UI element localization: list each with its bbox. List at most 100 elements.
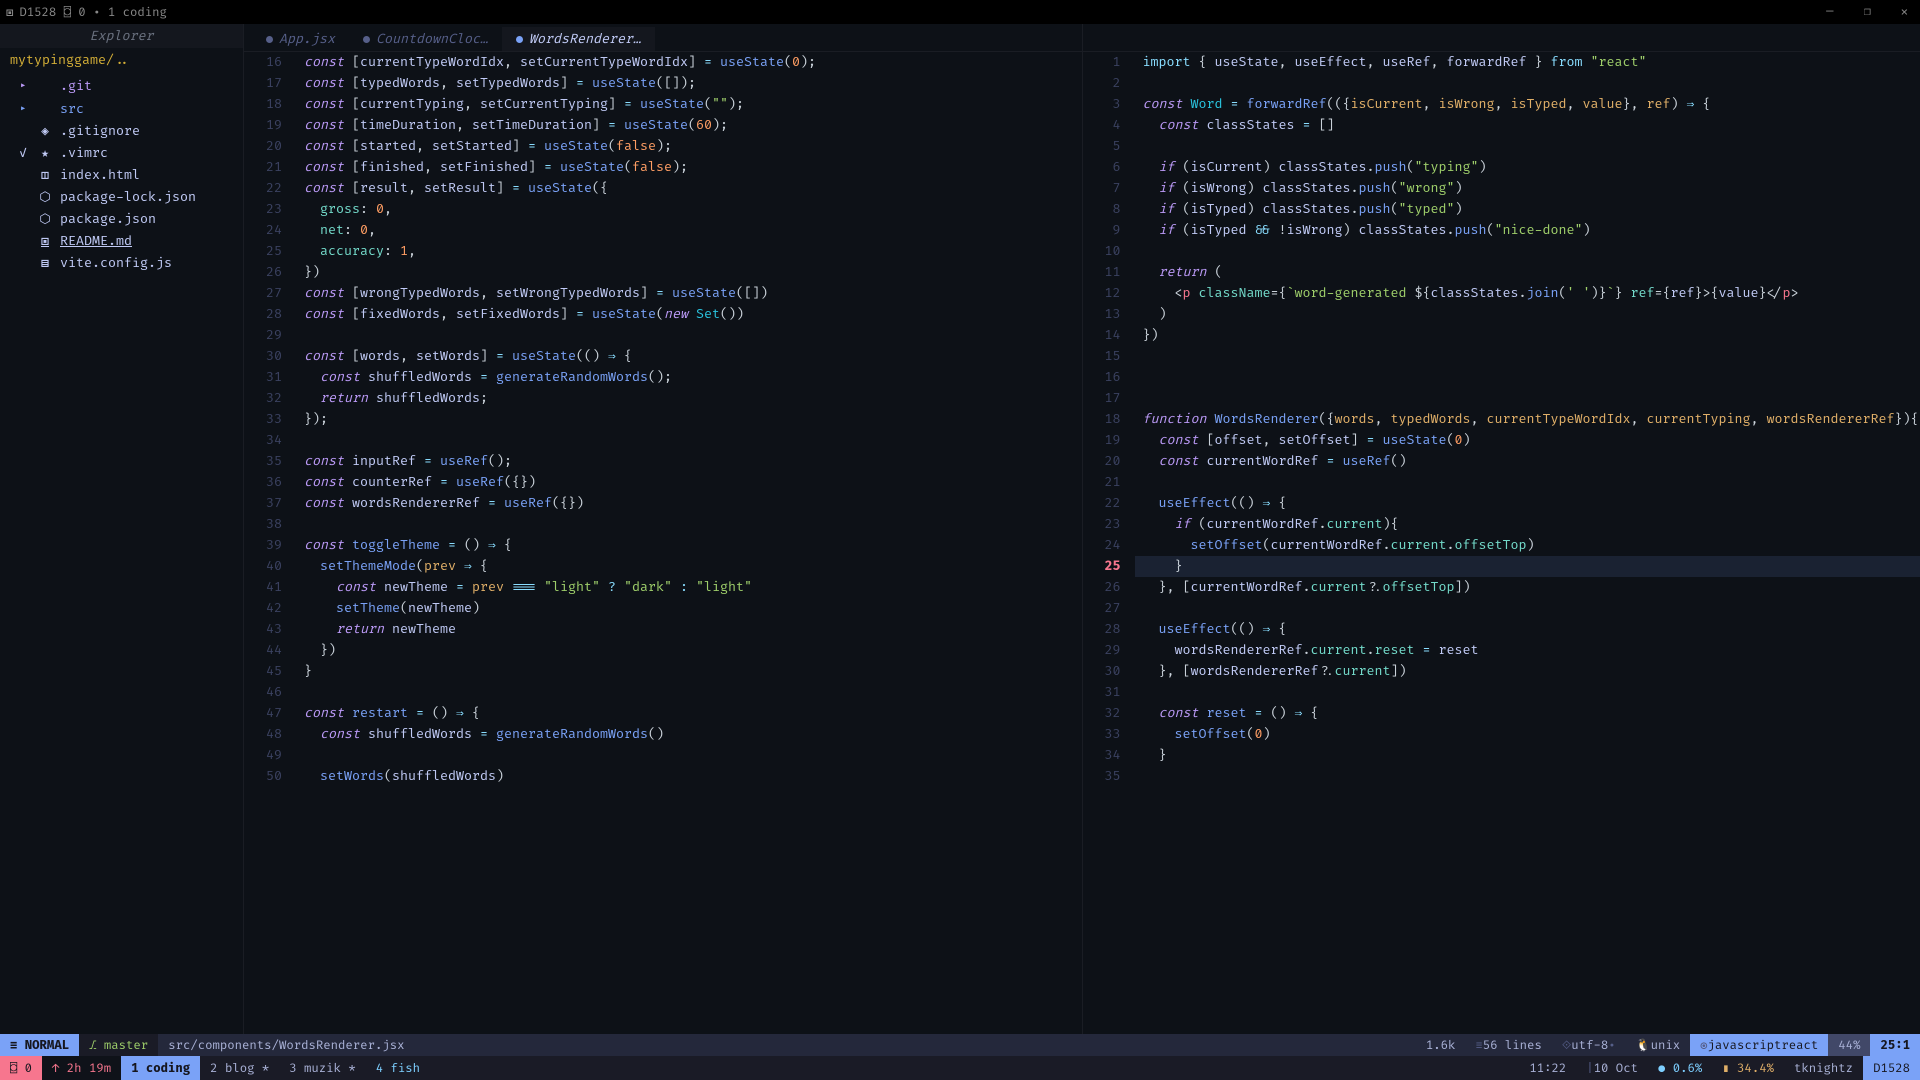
tab-Appjsx[interactable]: App.jsx	[252, 27, 349, 51]
code-line[interactable]: const restart = () ⇒ {	[296, 703, 1082, 724]
code-line[interactable]	[296, 745, 1082, 766]
code-line[interactable]: setThemeMode(prev ⇒ {	[296, 556, 1082, 577]
code-line[interactable]: }	[1135, 745, 1920, 766]
tmux-window[interactable]: 3 muzik *	[279, 1056, 365, 1080]
tree-item-indexhtml[interactable]: ◫index.html	[0, 164, 243, 186]
code-line[interactable]	[1135, 388, 1920, 409]
code-line[interactable]: })	[296, 640, 1082, 661]
tree-item-gitignore[interactable]: ◈.gitignore	[0, 120, 243, 142]
code-line[interactable]: setWords(shuffledWords)	[296, 766, 1082, 787]
code-line[interactable]: const [wrongTypedWords, setWrongTypedWor…	[296, 283, 1082, 304]
code-line[interactable]: const [result, setResult] = useState({	[296, 178, 1082, 199]
code-line[interactable]	[296, 325, 1082, 346]
code-line[interactable]: }, [wordsRendererRef?.current])	[1135, 661, 1920, 682]
code-line[interactable]: if (currentWordRef.current){	[1135, 514, 1920, 535]
code-line[interactable]: return (	[1135, 262, 1920, 283]
code-line[interactable]: const toggleTheme = () ⇒ {	[296, 535, 1082, 556]
tree-item-git[interactable]: ▸.git	[0, 74, 243, 97]
code-line[interactable]: return shuffledWords;	[296, 388, 1082, 409]
code-line[interactable]: setOffset(currentWordRef.current.offsetT…	[1135, 535, 1920, 556]
code-line[interactable]: })	[1135, 325, 1920, 346]
tree-item-src[interactable]: ▸src	[0, 97, 243, 120]
line-gutter: 1617181920212223242526272829303132333435…	[244, 52, 292, 1034]
code-line[interactable]: return newTheme	[296, 619, 1082, 640]
code-line[interactable]: })	[296, 262, 1082, 283]
code-line[interactable]: if (isTyped && !isWrong) classStates.pus…	[1135, 220, 1920, 241]
code-line[interactable]: if (isTyped) classStates.push("typed")	[1135, 199, 1920, 220]
breadcrumb[interactable]: mytypinggame/..	[0, 48, 243, 72]
code-line[interactable]: const classStates = []	[1135, 115, 1920, 136]
code-line[interactable]: const [typedWords, setTypedWords] = useS…	[296, 73, 1082, 94]
code-line[interactable]: import { useState, useEffect, useRef, fo…	[1135, 52, 1920, 73]
status-bar: ☰ NORMAL ⎇ master src/components/WordsRe…	[0, 1034, 1920, 1056]
code-line[interactable]	[1135, 346, 1920, 367]
code-line[interactable]: const newTheme = prev === "light" ? "dar…	[296, 577, 1082, 598]
code-line[interactable]: });	[296, 409, 1082, 430]
tree-item-packagelockjson[interactable]: ⬡package-lock.json	[0, 186, 243, 208]
code-editor-left[interactable]: 1617181920212223242526272829303132333435…	[244, 52, 1082, 1034]
minimize-button[interactable]: —	[1820, 4, 1839, 20]
code-line[interactable]: const [started, setStarted] = useState(f…	[296, 136, 1082, 157]
code-line[interactable]: }, [currentWordRef.current?.offsetTop])	[1135, 577, 1920, 598]
code-line[interactable]: useEffect(() ⇒ {	[1135, 619, 1920, 640]
tab-label: App.jsx	[279, 31, 335, 47]
code-line[interactable]: const [currentTyping, setCurrentTyping] …	[296, 94, 1082, 115]
code-editor-right[interactable]: 1234567891011121314151617181920212223242…	[1083, 52, 1920, 1034]
code-line[interactable]: function WordsRenderer({words, typedWord…	[1135, 409, 1920, 430]
code-line[interactable]: const reset = () ⇒ {	[1135, 703, 1920, 724]
code-line[interactable]: accuracy: 1,	[296, 241, 1082, 262]
code-line[interactable]	[1135, 766, 1920, 787]
code-line[interactable]: }	[1135, 556, 1920, 577]
code-line[interactable]: const [words, setWords] = useState(() ⇒ …	[296, 346, 1082, 367]
code-line[interactable]: const shuffledWords = generateRandomWord…	[296, 367, 1082, 388]
code-line[interactable]	[1135, 73, 1920, 94]
tree-item-viteconfigjs[interactable]: ▤vite.config.js	[0, 252, 243, 274]
git-branch[interactable]: ⎇ master	[79, 1034, 158, 1056]
code-line[interactable]: const Word = forwardRef(({isCurrent, isW…	[1135, 94, 1920, 115]
code-line[interactable]	[1135, 598, 1920, 619]
code-line[interactable]: const wordsRendererRef = useRef({})	[296, 493, 1082, 514]
code-line[interactable]	[296, 514, 1082, 535]
code-line[interactable]: }	[296, 661, 1082, 682]
code-line[interactable]: wordsRendererRef.current.reset = reset	[1135, 640, 1920, 661]
tree-item-packagejson[interactable]: ⬡package.json	[0, 208, 243, 230]
code-line[interactable]	[296, 682, 1082, 703]
code-line[interactable]	[1135, 472, 1920, 493]
modified-dot-icon	[516, 36, 523, 43]
code-line[interactable]: setTheme(newTheme)	[296, 598, 1082, 619]
tree-item-READMEmd[interactable]: ▣README.md	[0, 230, 243, 252]
code-line[interactable]: gross: 0,	[296, 199, 1082, 220]
code-line[interactable]: const [timeDuration, setTimeDuration] = …	[296, 115, 1082, 136]
close-button[interactable]: ✕	[1895, 4, 1914, 20]
code-line[interactable]	[1135, 682, 1920, 703]
code-line[interactable]: setOffset(0)	[1135, 724, 1920, 745]
maximize-button[interactable]: ❐	[1858, 4, 1877, 20]
tmux-session[interactable]: ⌼ 0	[0, 1056, 42, 1080]
tab-CountdownCloc[interactable]: CountdownCloc…	[349, 27, 502, 51]
tmux-window[interactable]: 4 fish	[366, 1056, 430, 1080]
code-line[interactable]: )	[1135, 304, 1920, 325]
encoding: ⟐ utf-8 •	[1552, 1034, 1626, 1056]
vim-mode: ☰ NORMAL	[0, 1034, 79, 1056]
code-line[interactable]: <p className={`word-generated ${classSta…	[1135, 283, 1920, 304]
tab-WordsRenderer[interactable]: WordsRenderer…	[502, 27, 655, 51]
code-line[interactable]: const [finished, setFinished] = useState…	[296, 157, 1082, 178]
tmux-window[interactable]: 2 blog *	[200, 1056, 279, 1080]
tree-item-vimrc[interactable]: ✓★.vimrc	[0, 142, 243, 164]
code-line[interactable]: useEffect(() ⇒ {	[1135, 493, 1920, 514]
code-line[interactable]	[1135, 367, 1920, 388]
code-line[interactable]: const [offset, setOffset] = useState(0)	[1135, 430, 1920, 451]
code-line[interactable]	[296, 430, 1082, 451]
code-line[interactable]: const currentWordRef = useRef()	[1135, 451, 1920, 472]
code-line[interactable]: const [currentTypeWordIdx, setCurrentTyp…	[296, 52, 1082, 73]
code-line[interactable]: if (isCurrent) classStates.push("typing"…	[1135, 157, 1920, 178]
code-line[interactable]: const counterRef = useRef({})	[296, 472, 1082, 493]
code-line[interactable]: const shuffledWords = generateRandomWord…	[296, 724, 1082, 745]
code-line[interactable]: const inputRef = useRef();	[296, 451, 1082, 472]
code-line[interactable]: net: 0,	[296, 220, 1082, 241]
code-line[interactable]: const [fixedWords, setFixedWords] = useS…	[296, 304, 1082, 325]
tmux-window[interactable]: 1 coding	[121, 1056, 200, 1080]
code-line[interactable]	[1135, 241, 1920, 262]
code-line[interactable]: if (isWrong) classStates.push("wrong")	[1135, 178, 1920, 199]
code-line[interactable]	[1135, 136, 1920, 157]
